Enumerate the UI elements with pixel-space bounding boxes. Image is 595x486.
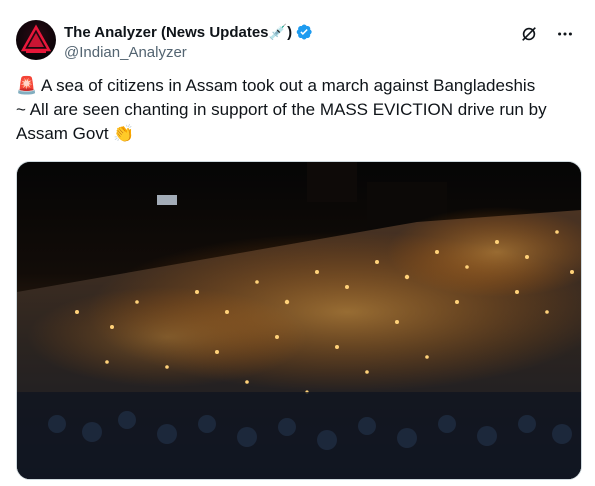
siren-emoji: 🚨 <box>16 76 38 95</box>
tweet-text-line3: Assam Govt <box>16 124 109 143</box>
verified-badge-icon <box>296 24 312 40</box>
display-name[interactable]: The Analyzer (News Updates💉) <box>64 23 292 41</box>
tweet-header: The Analyzer (News Updates💉) @Indian_Ana… <box>64 22 575 62</box>
tweet-text-line1: A sea of citizens in Assam took out a ma… <box>40 76 536 95</box>
tweet-text: 🚨 A sea of citizens in Assam took out a … <box>16 74 576 146</box>
handle[interactable]: @Indian_Analyzer <box>64 44 575 61</box>
more-button[interactable] <box>555 24 575 44</box>
video-thumbnail-icon <box>17 162 581 479</box>
analyzer-logo-icon <box>20 24 52 53</box>
tweet-media[interactable] <box>16 161 582 480</box>
more-icon <box>558 32 572 36</box>
avatar[interactable] <box>16 20 56 60</box>
tweet-text-line2: ~ All are seen chanting in support of th… <box>16 100 547 119</box>
grok-button[interactable] <box>519 24 539 44</box>
grok-icon <box>522 27 536 41</box>
clap-emoji: 👏 <box>113 124 135 143</box>
